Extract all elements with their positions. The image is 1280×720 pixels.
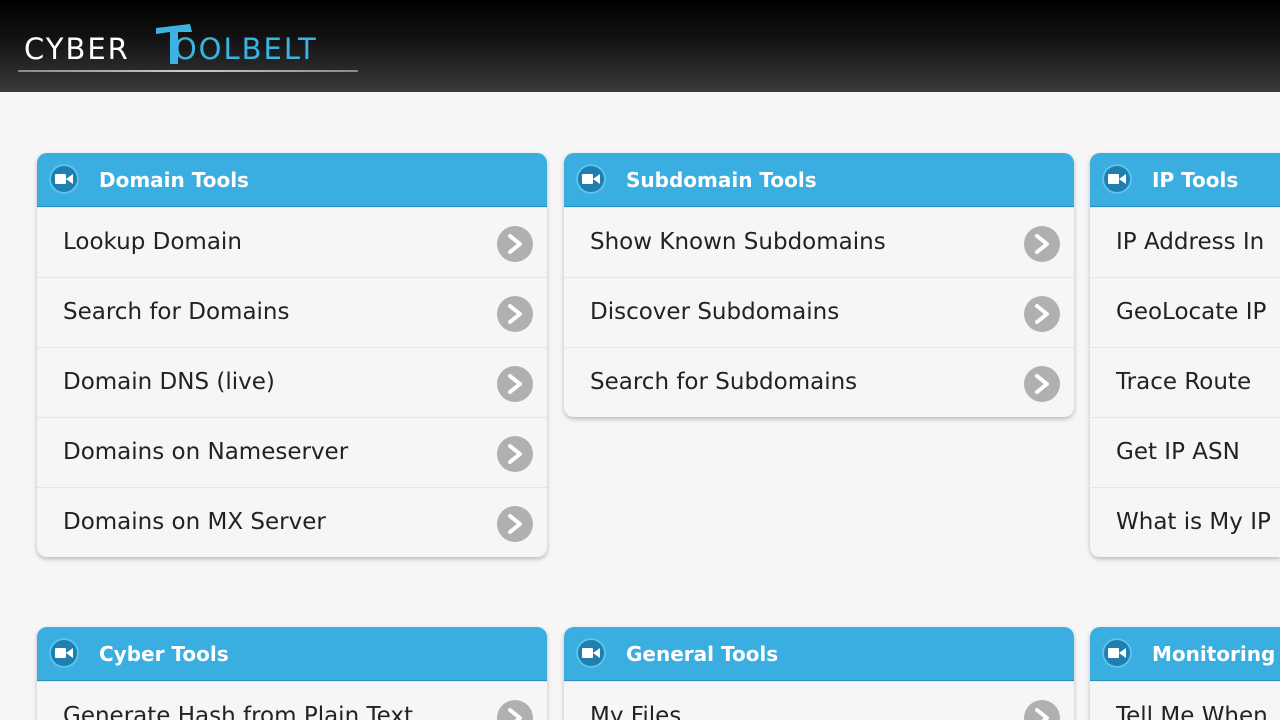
tool-link-label: GeoLocate IP [1116, 299, 1267, 325]
panel-subdomain-tools: Subdomain Tools Show Known Subdomains Di… [564, 153, 1074, 417]
tool-link-label: IP Address In [1116, 229, 1265, 255]
tool-link-label: Domain DNS (live) [63, 369, 275, 395]
hammer-icon [156, 24, 192, 64]
panel-general-tools: General Tools My Files [564, 627, 1074, 720]
tool-link-generate-hash[interactable]: Generate Hash from Plain Text [37, 681, 547, 720]
chevron-right-circle-icon [1024, 700, 1060, 720]
chevron-right-circle-icon [1024, 226, 1060, 262]
video-camera-icon[interactable] [1102, 638, 1132, 668]
panel-title: Monitoring [1152, 642, 1276, 666]
tool-link-label: Search for Subdomains [590, 369, 858, 395]
tool-link-label: Trace Route [1116, 369, 1252, 395]
tool-link-search-for-domains[interactable]: Search for Domains [37, 277, 547, 347]
tool-link-get-ip-asn[interactable]: Get IP ASN [1090, 417, 1280, 487]
tool-link-label: Get IP ASN [1116, 439, 1240, 465]
tool-link-domains-on-mx-server[interactable]: Domains on MX Server [37, 487, 547, 557]
tool-link-label: Search for Domains [63, 299, 290, 325]
tool-link-my-files[interactable]: My Files [564, 681, 1074, 720]
panel-title: General Tools [626, 642, 779, 666]
panel-title: Subdomain Tools [626, 168, 817, 192]
tool-link-label: My Files [590, 703, 682, 720]
panel-header: Subdomain Tools [564, 153, 1074, 207]
panel-title: IP Tools [1152, 168, 1239, 192]
chevron-right-circle-icon [497, 700, 533, 720]
tool-link-trace-route[interactable]: Trace Route [1090, 347, 1280, 417]
panel-header: Monitoring [1090, 627, 1280, 681]
panel-ip-tools: IP Tools IP Address In GeoLocate IP Trac… [1090, 153, 1280, 557]
logo-underline [18, 70, 358, 72]
chevron-right-circle-icon [1024, 366, 1060, 402]
panel-cyber-tools: Cyber Tools Generate Hash from Plain Tex… [37, 627, 547, 720]
tool-link-search-for-subdomains[interactable]: Search for Subdomains [564, 347, 1074, 417]
tool-link-label: What is My IP [1116, 509, 1271, 535]
chevron-right-circle-icon [497, 506, 533, 542]
video-camera-icon[interactable] [576, 164, 606, 194]
panel-header: General Tools [564, 627, 1074, 681]
chevron-right-circle-icon [497, 296, 533, 332]
tool-link-domains-on-nameserver[interactable]: Domains on Nameserver [37, 417, 547, 487]
logo-text-cyber: CYBER [24, 32, 130, 66]
panel-domain-tools: Domain Tools Lookup Domain Search for Do… [37, 153, 547, 557]
chevron-right-circle-icon [497, 436, 533, 472]
tool-link-discover-subdomains[interactable]: Discover Subdomains [564, 277, 1074, 347]
panel-header: Cyber Tools [37, 627, 547, 681]
tool-link-lookup-domain[interactable]: Lookup Domain [37, 207, 547, 277]
panel-header: Domain Tools [37, 153, 547, 207]
tool-link-label: Domains on MX Server [63, 509, 326, 535]
tool-link-domain-dns[interactable]: Domain DNS (live) [37, 347, 547, 417]
tool-link-what-is-my-ip[interactable]: What is My IP [1090, 487, 1280, 557]
video-camera-icon[interactable] [49, 638, 79, 668]
video-camera-icon[interactable] [1102, 164, 1132, 194]
chevron-right-circle-icon [497, 226, 533, 262]
tool-link-ip-address-info[interactable]: IP Address In [1090, 207, 1280, 277]
chevron-right-circle-icon [1024, 296, 1060, 332]
tool-link-label: Discover Subdomains [590, 299, 840, 325]
tool-link-show-known-subdomains[interactable]: Show Known Subdomains [564, 207, 1074, 277]
tool-link-label: Domains on Nameserver [63, 439, 349, 465]
tool-link-label: Show Known Subdomains [590, 229, 886, 255]
panel-title: Cyber Tools [99, 642, 229, 666]
panel-header: IP Tools [1090, 153, 1280, 207]
chevron-right-circle-icon [497, 366, 533, 402]
tool-link-label: Generate Hash from Plain Text [63, 703, 413, 720]
site-header: CYBER OOLBELT [0, 0, 1280, 92]
cybertoolbelt-logo[interactable]: CYBER OOLBELT [18, 18, 358, 74]
video-camera-icon[interactable] [49, 164, 79, 194]
panel-monitoring: Monitoring Tell Me When [1090, 627, 1280, 720]
video-camera-icon[interactable] [576, 638, 606, 668]
tool-link-tell-me-when[interactable]: Tell Me When [1090, 681, 1280, 720]
tool-link-geolocate-ip[interactable]: GeoLocate IP [1090, 277, 1280, 347]
tool-link-label: Lookup Domain [63, 229, 242, 255]
panel-title: Domain Tools [99, 168, 249, 192]
tool-link-label: Tell Me When [1116, 703, 1268, 720]
